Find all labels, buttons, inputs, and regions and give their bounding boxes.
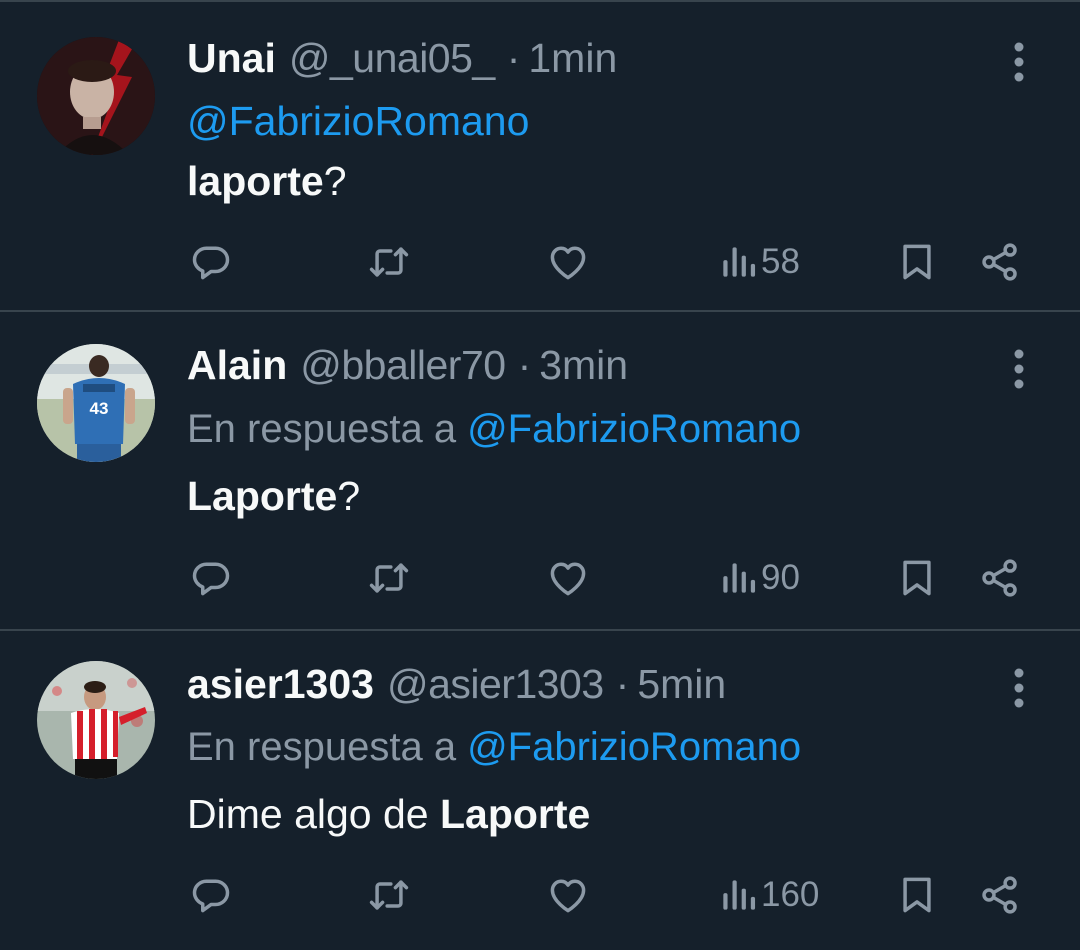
views-button[interactable]: 160 (719, 867, 819, 923)
avatar[interactable] (37, 37, 155, 155)
retweet-arrows-icon (369, 247, 409, 277)
reply-button[interactable] (189, 867, 233, 923)
avatar[interactable]: 43 (37, 344, 155, 462)
views-button[interactable]: 58 (719, 234, 800, 290)
timestamp[interactable]: 3min (539, 342, 628, 389)
vertical-dots-icon (1014, 349, 1024, 389)
share-button[interactable] (978, 550, 1022, 606)
more-options-button[interactable] (1001, 37, 1037, 87)
share-nodes-icon (982, 559, 1017, 597)
like-button[interactable] (546, 867, 590, 923)
share-button[interactable] (978, 234, 1022, 290)
mention-link[interactable]: @FabrizioRomano (467, 725, 801, 770)
retweet-arrows-icon (369, 563, 409, 593)
speech-bubble-icon (192, 879, 230, 913)
share-button[interactable] (978, 867, 1022, 923)
tweet-header: Alain @bballer70 · 3min (187, 340, 628, 390)
user-handle[interactable]: @_unai05_ (289, 35, 495, 82)
reply-feed: Unai @_unai05_ · 1min @FabrizioRomano la… (0, 0, 1080, 950)
display-name[interactable]: Alain (187, 342, 287, 389)
more-options-button[interactable] (1001, 344, 1037, 394)
retweet-button[interactable] (366, 550, 412, 606)
user-handle[interactable]: @asier1303 (387, 661, 604, 708)
tweet-text-plain: Dime algo de (187, 790, 429, 837)
tweet-text: laporte? (187, 155, 347, 207)
bookmark-button[interactable] (895, 550, 939, 606)
user-handle[interactable]: @bballer70 (300, 342, 506, 389)
speech-bubble-icon (192, 246, 230, 280)
tweet-alain[interactable]: 43 Alain @bballer70 · 3min En respuesta … (0, 312, 1080, 631)
views-count: 90 (761, 558, 800, 597)
display-name[interactable]: Unai (187, 35, 276, 82)
tweet-text: Dime algo de Laporte (187, 788, 590, 840)
tweet-text-bold: Laporte (439, 790, 591, 837)
reply-prefix: En respuesta a (187, 724, 457, 769)
retweet-button[interactable] (366, 867, 412, 923)
heart-outline-icon (550, 246, 586, 280)
separator-dot: · (615, 660, 630, 707)
separator-dot: · (517, 341, 532, 388)
heart-outline-icon (550, 879, 586, 913)
svg-text:43: 43 (90, 399, 109, 418)
tweet-text-bold: laporte (187, 157, 324, 204)
reply-context: En respuesta a @FabrizioRomano (187, 404, 801, 454)
tweet-header: Unai @_unai05_ · 1min (187, 33, 617, 83)
tweet-text: Laporte? (187, 470, 360, 522)
separator-dot: · (506, 34, 521, 81)
more-options-button[interactable] (1001, 663, 1037, 713)
like-button[interactable] (546, 234, 590, 290)
tweet-text-rest: ? (337, 472, 361, 519)
bar-chart-icon (723, 563, 756, 593)
action-bar: 90 (0, 550, 1080, 606)
bar-chart-icon (723, 247, 756, 277)
reply-prefix: En respuesta a (187, 406, 457, 451)
bookmark-button[interactable] (895, 867, 939, 923)
retweet-arrows-icon (369, 880, 409, 910)
views-button[interactable]: 90 (719, 550, 800, 606)
views-count: 160 (761, 875, 820, 914)
bookmark-outline-icon (903, 560, 931, 596)
bookmark-button[interactable] (895, 234, 939, 290)
bookmark-outline-icon (903, 244, 931, 280)
views-count: 58 (761, 242, 800, 281)
display-name[interactable]: asier1303 (187, 661, 374, 708)
mention-link[interactable]: @FabrizioRomano (467, 407, 801, 452)
avatar[interactable] (37, 661, 155, 779)
bookmark-outline-icon (903, 877, 931, 913)
tweet-text-rest: ? (323, 157, 347, 204)
action-bar: 160 (0, 867, 1080, 923)
speech-bubble-icon (192, 562, 230, 596)
vertical-dots-icon (1014, 668, 1024, 708)
action-bar: 58 (0, 234, 1080, 290)
timestamp[interactable]: 5min (637, 661, 726, 708)
share-nodes-icon (982, 876, 1017, 914)
tweet-header: asier1303 @asier1303 · 5min (187, 659, 726, 709)
reply-button[interactable] (189, 234, 233, 290)
tweet-text-bold: Laporte (187, 472, 338, 519)
mention-link[interactable]: @FabrizioRomano (187, 98, 529, 145)
retweet-button[interactable] (366, 234, 412, 290)
reply-button[interactable] (189, 550, 233, 606)
bar-chart-icon (723, 880, 756, 910)
share-nodes-icon (982, 243, 1017, 281)
heart-outline-icon (550, 562, 586, 596)
vertical-dots-icon (1014, 42, 1024, 82)
timestamp[interactable]: 1min (528, 35, 617, 82)
tweet-unai[interactable]: Unai @_unai05_ · 1min @FabrizioRomano la… (0, 2, 1080, 312)
like-button[interactable] (546, 550, 590, 606)
mention-line: @FabrizioRomano (187, 95, 529, 147)
reply-context: En respuesta a @FabrizioRomano (187, 722, 801, 772)
tweet-asier1303[interactable]: asier1303 @asier1303 · 5min En respuesta… (0, 631, 1080, 948)
